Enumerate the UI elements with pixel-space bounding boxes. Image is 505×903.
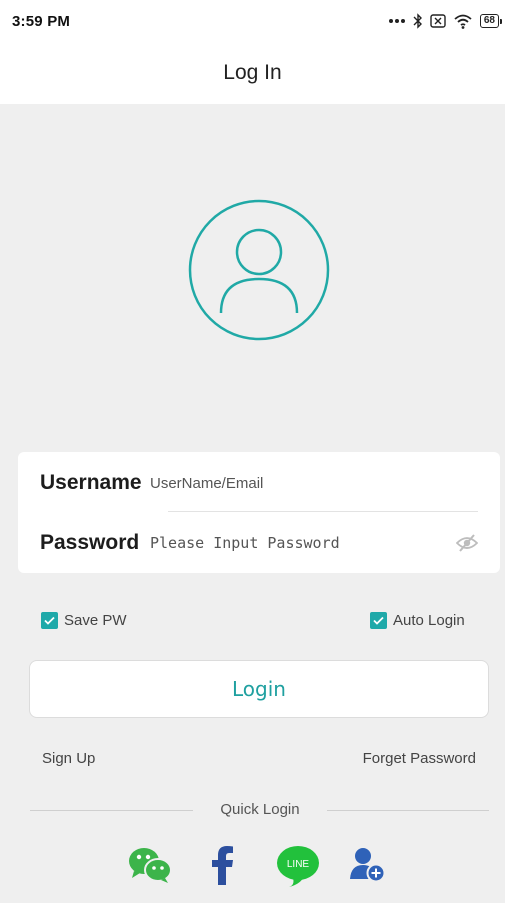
line-icon: LINE: [277, 846, 319, 887]
divider-right: [327, 810, 489, 811]
forget-password-link[interactable]: Forget Password: [363, 750, 476, 767]
username-label: Username: [40, 471, 142, 494]
line-icon-text: LINE: [287, 859, 310, 870]
password-row: Password: [18, 514, 500, 572]
password-label: Password: [40, 531, 140, 554]
wechat-login-button[interactable]: [127, 845, 173, 890]
wechat-icon: [129, 848, 172, 883]
sign-up-link[interactable]: Sign Up: [42, 750, 95, 767]
login-form: Username Password: [18, 452, 500, 573]
avatar: [188, 199, 330, 341]
add-user-icon: [350, 848, 386, 883]
status-bar: 3:59 PM 68: [0, 0, 505, 42]
auto-login-label: Auto Login: [393, 612, 465, 629]
more-dots-icon: [388, 18, 406, 24]
auto-login-checkbox[interactable]: Auto Login: [370, 612, 465, 629]
username-row: Username: [18, 454, 500, 512]
wifi-icon: [453, 14, 473, 29]
divider-left: [30, 810, 193, 811]
status-icons: 68: [388, 13, 503, 29]
add-user-login-button[interactable]: [350, 845, 386, 888]
battery-icon: 68: [479, 14, 503, 28]
eye-hidden-icon[interactable]: [455, 534, 479, 552]
password-input[interactable]: [150, 534, 430, 552]
quick-login-label: Quick Login: [220, 801, 300, 818]
sim-off-icon: [430, 14, 446, 28]
facebook-icon: [212, 846, 233, 885]
bluetooth-icon: [413, 13, 423, 29]
checkbox-checked-icon[interactable]: [41, 612, 58, 629]
save-pw-checkbox[interactable]: Save PW: [41, 612, 127, 629]
save-pw-label: Save PW: [64, 612, 127, 629]
facebook-login-button[interactable]: [210, 845, 236, 890]
checkbox-checked-icon[interactable]: [370, 612, 387, 629]
page-title: Log In: [223, 61, 282, 84]
status-time: 3:59 PM: [12, 12, 71, 30]
form-divider: [168, 511, 478, 512]
line-login-button[interactable]: LINE: [275, 845, 321, 892]
header: Log In: [0, 42, 505, 104]
user-avatar-icon: [188, 199, 330, 341]
username-input[interactable]: [150, 474, 430, 492]
login-button[interactable]: Login: [29, 660, 489, 718]
